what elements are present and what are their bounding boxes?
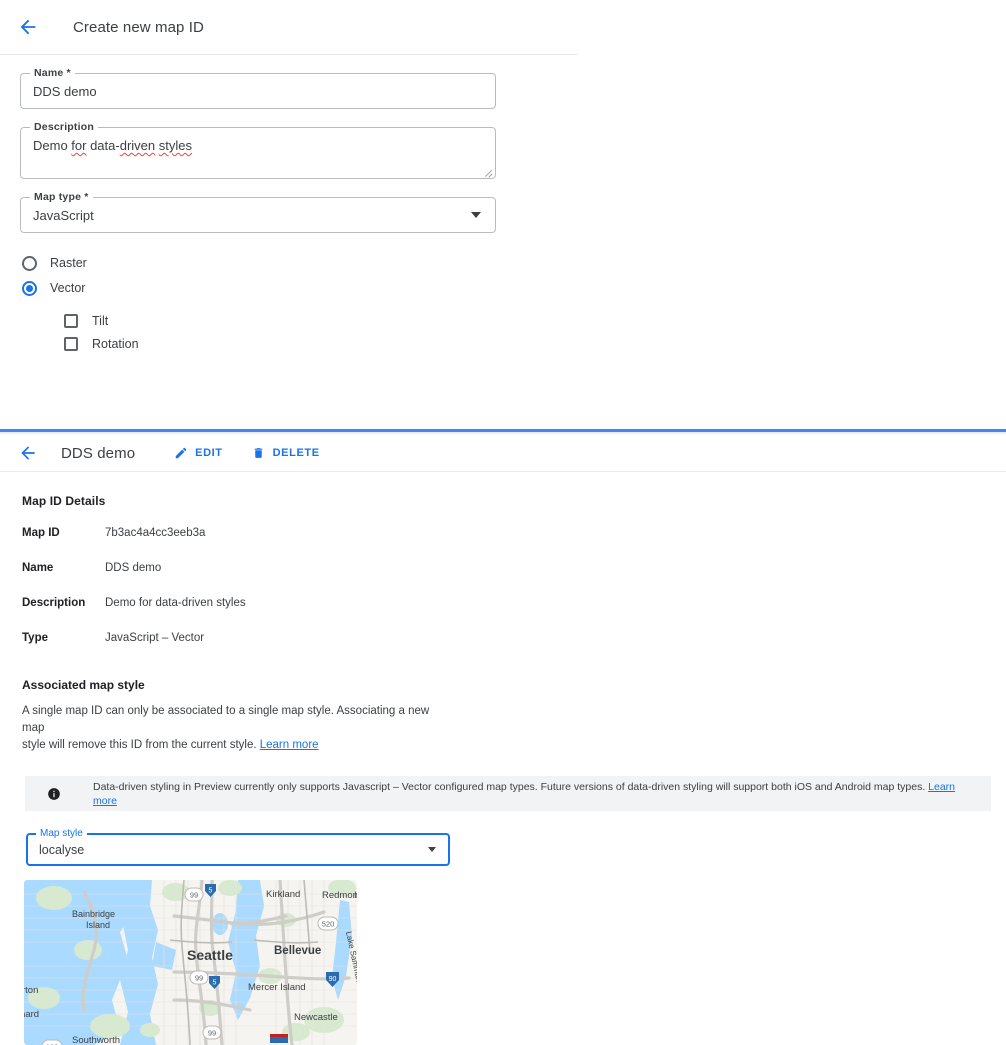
page-title: Create new map ID xyxy=(73,18,204,36)
chevron-down-icon-map-style[interactable] xyxy=(428,847,436,852)
info-icon xyxy=(47,787,61,801)
textarea-resize-handle[interactable] xyxy=(485,168,493,176)
edit-button[interactable]: EDIT xyxy=(173,446,222,461)
radio-raster-icon[interactable] xyxy=(22,255,37,271)
detail-key-type: Type xyxy=(22,632,48,644)
create-form: Name * DDS demo Description Demo for dat… xyxy=(0,55,1006,355)
detail-value-type: JavaScript – Vector xyxy=(105,632,205,644)
desc-text-0: Demo xyxy=(33,138,72,153)
svg-text:99: 99 xyxy=(208,1029,216,1038)
table-row: Map ID 7b3ac4a4cc3eeb3a xyxy=(22,526,246,561)
svg-text:Island: Island xyxy=(86,920,110,930)
assoc-desc-line2: style will remove this ID from the curre… xyxy=(22,739,260,751)
svg-text:99: 99 xyxy=(190,891,198,900)
details-body: Map ID Details Map ID 7b3ac4a4cc3eeb3a N… xyxy=(0,472,1006,1045)
detail-value-map-id: 7b3ac4a4cc3eeb3a xyxy=(105,527,206,539)
edit-button-label: EDIT xyxy=(195,447,223,459)
create-panel-header: Create new map ID xyxy=(0,0,1006,54)
checkbox-rotation[interactable]: Rotation xyxy=(64,332,1006,355)
associated-map-style-heading: Associated map style xyxy=(22,678,145,692)
map-style-label: Map style xyxy=(36,828,87,840)
svg-text:520: 520 xyxy=(322,920,335,929)
svg-text:Southworth: Southworth xyxy=(72,1035,120,1045)
details-panel-header: DDS demo EDIT DELETE xyxy=(0,435,1006,471)
svg-text:5: 5 xyxy=(213,980,217,987)
desc-misspelled-driven: driven xyxy=(119,138,156,153)
name-field-label: Name * xyxy=(30,67,75,79)
associated-learn-more-link[interactable]: Learn more xyxy=(260,739,319,751)
svg-text:5: 5 xyxy=(209,888,213,895)
render-type-radio-group: Raster Vector xyxy=(20,251,1006,300)
radio-vector[interactable]: Vector xyxy=(22,276,1006,300)
preview-info-banner-text: Data-driven styling in Preview currently… xyxy=(93,780,981,808)
back-arrow-icon-details[interactable] xyxy=(16,441,40,465)
radio-vector-icon[interactable] xyxy=(22,280,37,296)
assoc-desc-line1: A single map ID can only be associated t… xyxy=(22,705,430,734)
svg-text:Redmond: Redmond xyxy=(322,890,357,901)
desc-misspelled-styles: styles xyxy=(158,138,192,153)
detail-value-description: Demo for data-driven styles xyxy=(105,597,246,609)
svg-text:99: 99 xyxy=(195,974,203,983)
detail-value-name: DDS demo xyxy=(105,562,162,574)
details-title: DDS demo xyxy=(61,444,136,462)
desc-text-2: data- xyxy=(86,138,120,153)
back-arrow-icon[interactable] xyxy=(16,15,40,39)
table-row: Type JavaScript – Vector xyxy=(22,631,246,666)
map-type-value: JavaScript xyxy=(33,208,94,223)
svg-text:Bellevue: Bellevue xyxy=(274,945,321,957)
svg-text:Seattle: Seattle xyxy=(187,947,233,963)
checkbox-tilt-label: Tilt xyxy=(92,313,109,328)
checkbox-rotation-label: Rotation xyxy=(92,336,139,351)
chevron-down-icon[interactable] xyxy=(471,212,481,218)
detail-key-name: Name xyxy=(22,562,54,574)
name-field[interactable]: Name * DDS demo xyxy=(20,67,496,110)
svg-text:Newcastle: Newcastle xyxy=(294,1012,338,1023)
svg-text:90: 90 xyxy=(329,976,337,983)
desc-misspelled-for: for xyxy=(71,138,87,153)
description-field[interactable]: Description Demo for data-driven styles xyxy=(20,121,496,179)
svg-text:rton: rton xyxy=(24,985,38,996)
detail-key-map-id: Map ID xyxy=(22,527,60,539)
description-field-label: Description xyxy=(30,121,98,133)
map-id-details-panel: DDS demo EDIT DELETE Map ID Details Map … xyxy=(0,435,1006,1045)
delete-button[interactable]: DELETE xyxy=(251,446,320,461)
preview-info-banner: Data-driven styling in Preview currently… xyxy=(25,776,991,811)
map-preview-thumbnail[interactable]: 99 5 520 99 5 90 99 Seattle Bellevue Kir… xyxy=(24,880,357,1045)
radio-vector-label: Vector xyxy=(50,281,86,295)
radio-raster[interactable]: Raster xyxy=(22,251,1006,275)
name-input[interactable]: DDS demo xyxy=(21,74,495,110)
checkbox-tilt-icon[interactable] xyxy=(64,313,78,328)
map-id-details-heading: Map ID Details xyxy=(22,494,106,508)
banner-text: Data-driven styling in Preview currently… xyxy=(93,780,929,793)
description-input[interactable]: Demo for data-driven styles xyxy=(21,128,495,164)
pencil-icon xyxy=(173,446,188,461)
delete-button-label: DELETE xyxy=(272,447,320,459)
svg-text:nard: nard xyxy=(24,1009,39,1020)
map-type-select[interactable]: Map type * JavaScript xyxy=(20,191,496,233)
table-row: Description Demo for data-driven styles xyxy=(22,596,246,631)
create-map-id-panel: Create new map ID Name * DDS demo Descri… xyxy=(0,0,1006,428)
associated-map-style-description: A single map ID can only be associated t… xyxy=(22,703,442,754)
svg-text:Mercer Island: Mercer Island xyxy=(248,982,306,993)
map-style-select[interactable]: Map style localyse xyxy=(26,828,450,866)
map-id-details-table: Map ID 7b3ac4a4cc3eeb3a Name DDS demo De… xyxy=(22,526,246,666)
map-style-value: localyse xyxy=(39,843,85,857)
trash-icon xyxy=(251,446,266,461)
map-type-label: Map type * xyxy=(30,191,93,203)
checkbox-tilt[interactable]: Tilt xyxy=(64,309,1006,332)
svg-text:Bainbridge: Bainbridge xyxy=(72,909,115,919)
detail-key-description: Description xyxy=(22,597,86,609)
svg-text:Kirkland: Kirkland xyxy=(266,889,300,900)
radio-raster-label: Raster xyxy=(50,256,87,270)
svg-text:I: I xyxy=(354,890,357,901)
vector-options-group: Tilt Rotation xyxy=(64,309,1006,355)
table-row: Name DDS demo xyxy=(22,561,246,596)
checkbox-rotation-icon[interactable] xyxy=(64,336,78,351)
